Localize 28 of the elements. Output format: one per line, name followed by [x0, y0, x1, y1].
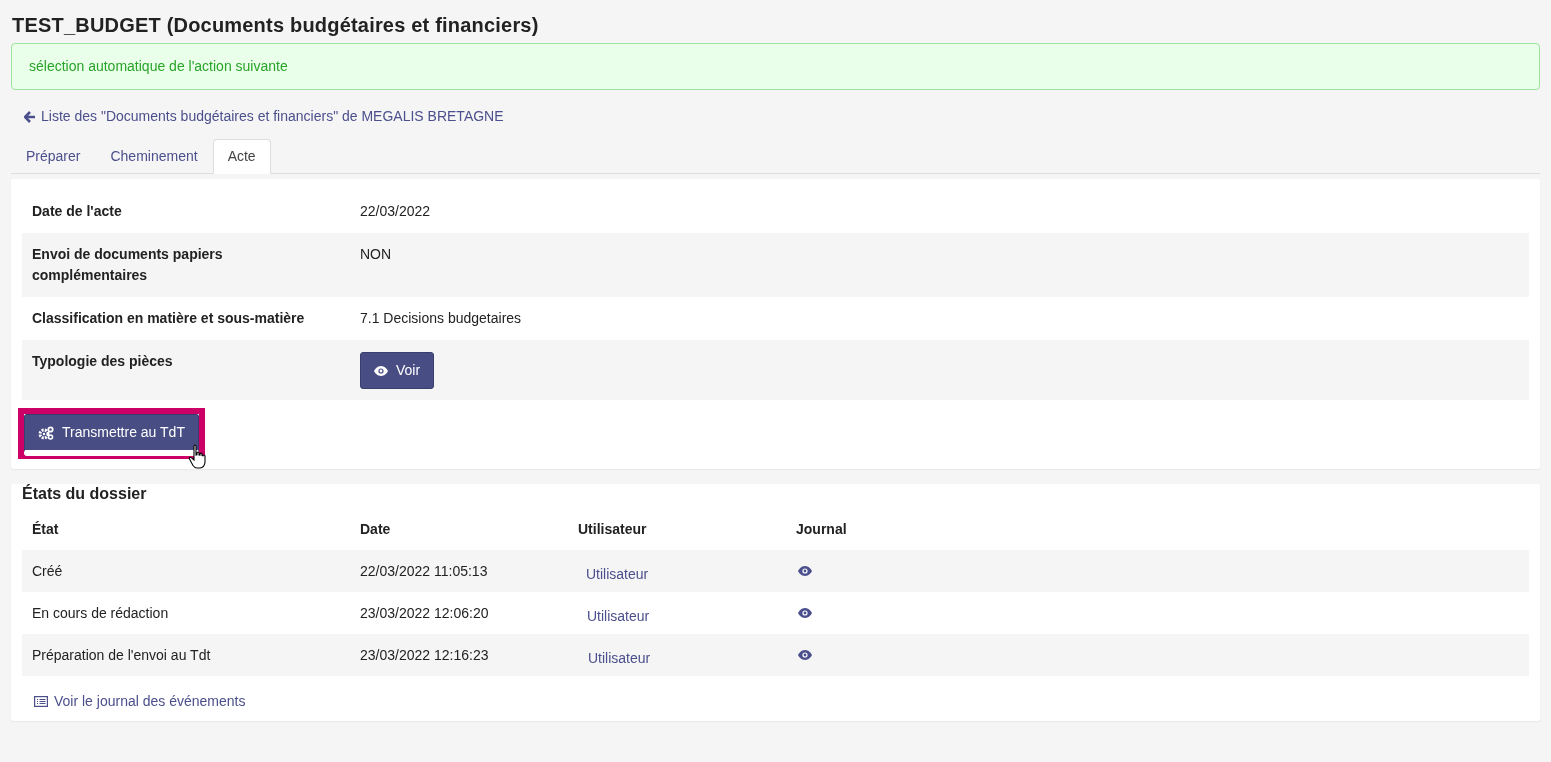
field-label: Classification en matière et sous-matière	[32, 309, 306, 328]
table-cell-text: 23/03/2022 12:06:20	[360, 604, 490, 624]
user-link[interactable]: Utilisateur	[578, 564, 649, 586]
user-link[interactable]: Utilisateur	[578, 648, 651, 670]
column-header: État	[32, 520, 60, 540]
alert-message: sélection automatique de l'action suivante	[11, 43, 1540, 90]
page-title: TEST_BUDGET (Documents budgétaires et financiers)	[12, 13, 540, 37]
tab[interactable]: Acte	[212, 139, 271, 174]
table-cell-text: 22/03/2022 11:05:13	[360, 562, 489, 582]
transmit-button[interactable]: Transmettre au TdT	[24, 414, 199, 453]
column-header: Date	[360, 520, 392, 540]
tab[interactable]: Préparer	[11, 139, 96, 174]
tab[interactable]: Cheminement	[95, 139, 213, 174]
column-header: Journal	[796, 520, 847, 540]
table-cell-text: Créé	[32, 562, 64, 582]
field-value: 7.1 Decisions budgetaires	[360, 309, 522, 328]
view-button[interactable]: Voir	[360, 352, 435, 389]
field-value: 22/03/2022	[360, 202, 431, 221]
field-label: Envoi de documents papiers complémentaires	[32, 245, 224, 285]
section-title: États du dossier	[22, 484, 148, 504]
field-label: Date de l'acte	[32, 202, 123, 221]
column-header: Utilisateur	[578, 520, 648, 540]
table-cell-text: En cours de rédaction	[32, 604, 170, 624]
table-cell-text: Préparation de l'envoi au Tdt	[32, 646, 212, 666]
field-label: Typologie des pièces	[32, 352, 174, 371]
user-link[interactable]: Utilisateur	[578, 606, 650, 628]
field-value: NON	[360, 245, 392, 264]
table-cell-text: 23/03/2022 12:16:23	[360, 646, 490, 666]
